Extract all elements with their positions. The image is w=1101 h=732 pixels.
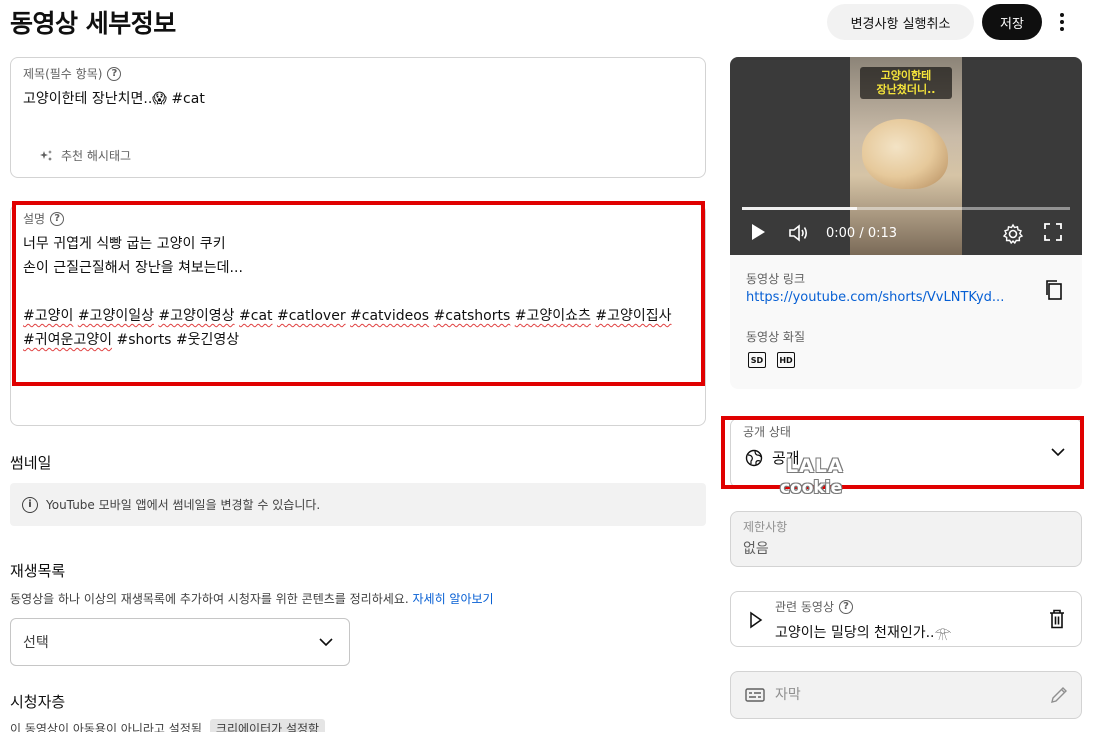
sd-badge-icon: SD bbox=[748, 352, 766, 368]
info-icon: i bbox=[22, 496, 38, 513]
captions-field[interactable]: 자막 bbox=[730, 671, 1082, 719]
suggested-hashtags-button[interactable]: 추천 해시태그 bbox=[39, 147, 131, 164]
description-highlight-box bbox=[12, 201, 705, 386]
watermark: LALA cookie bbox=[780, 455, 844, 498]
audience-chip: 크리에이터가 설정함 bbox=[209, 719, 326, 732]
more-options-icon[interactable] bbox=[1052, 10, 1072, 34]
progress-fill bbox=[742, 207, 857, 210]
help-icon[interactable]: ? bbox=[839, 599, 854, 614]
undo-changes-button[interactable]: 변경사항 실행취소 bbox=[827, 4, 974, 40]
cat-image bbox=[862, 119, 948, 189]
hd-badge-icon: HD bbox=[777, 352, 795, 368]
chevron-down-icon bbox=[319, 638, 333, 647]
copy-icon[interactable] bbox=[1044, 279, 1064, 305]
help-icon[interactable]: ? bbox=[107, 66, 122, 81]
restrictions-value: 없음 bbox=[743, 541, 769, 557]
title-label: 제목(필수 항목) ? bbox=[23, 65, 122, 82]
captions-label: 자막 bbox=[775, 687, 801, 703]
time-readout: 0:00 / 0:13 bbox=[826, 226, 898, 241]
trash-icon[interactable] bbox=[1049, 609, 1065, 629]
restrictions-field: 제한사항 없음 bbox=[730, 511, 1082, 567]
play-icon[interactable] bbox=[750, 223, 766, 241]
thumbnail-heading: 썸네일 bbox=[10, 454, 52, 472]
title-input[interactable]: 고양이한테 장난치면..😱 #cat bbox=[23, 88, 205, 108]
video-link[interactable]: https://youtube.com/shorts/VvLNTKyd... bbox=[746, 290, 1022, 305]
volume-icon[interactable] bbox=[788, 223, 810, 243]
playlist-select[interactable]: 선택 bbox=[10, 618, 350, 666]
audience-heading: 시청자층 bbox=[10, 693, 66, 711]
video-preview-card: 고양이한테 장난쳤더니.. 0:00 / 0:13 동영상 링크 https:/… bbox=[730, 57, 1082, 389]
restrictions-label: 제한사항 bbox=[743, 520, 788, 534]
subtitles-icon bbox=[745, 688, 765, 702]
play-outline-icon bbox=[750, 611, 763, 629]
pencil-icon[interactable] bbox=[1049, 685, 1069, 705]
learn-more-link[interactable]: 자세히 알아보기 bbox=[412, 592, 493, 606]
gear-icon[interactable] bbox=[1002, 223, 1024, 245]
page-title: 동영상 세부정보 bbox=[10, 9, 176, 38]
title-field[interactable]: 제목(필수 항목) ? 고양이한테 장난치면..😱 #cat 추천 해시태그 bbox=[10, 57, 706, 178]
video-quality-label: 동영상 화질 bbox=[746, 330, 806, 344]
audience-status: 이 동영상이 아동용이 아니라고 설정됨 크리에이터가 설정함 bbox=[10, 719, 326, 732]
fullscreen-icon[interactable] bbox=[1044, 223, 1062, 241]
playlist-description: 동영상을 하나 이상의 재생목록에 추가하여 시청자를 위한 콘텐츠를 정리하세… bbox=[10, 592, 494, 606]
video-player[interactable]: 고양이한테 장난쳤더니.. 0:00 / 0:13 bbox=[730, 57, 1082, 255]
related-video-title: 고양이는 밀당의 천재인가..𓁿 bbox=[775, 625, 952, 641]
video-link-label: 동영상 링크 bbox=[746, 272, 806, 286]
related-video-label: 관련 동영상 ? bbox=[775, 598, 854, 615]
thumbnail-notice: i YouTube 모바일 앱에서 썸네일을 변경할 수 있습니다. bbox=[10, 483, 706, 526]
playlist-heading: 재생목록 bbox=[10, 562, 66, 580]
visibility-highlight-box bbox=[721, 416, 1084, 489]
save-button[interactable]: 저장 bbox=[982, 4, 1042, 40]
related-video-field[interactable]: 관련 동영상 ? 고양이는 밀당의 천재인가..𓁿 bbox=[730, 591, 1082, 647]
progress-bar[interactable] bbox=[742, 207, 1070, 210]
sparkle-icon bbox=[40, 149, 52, 161]
thumbnail-caption: 고양이한테 장난쳤더니.. bbox=[860, 67, 952, 99]
